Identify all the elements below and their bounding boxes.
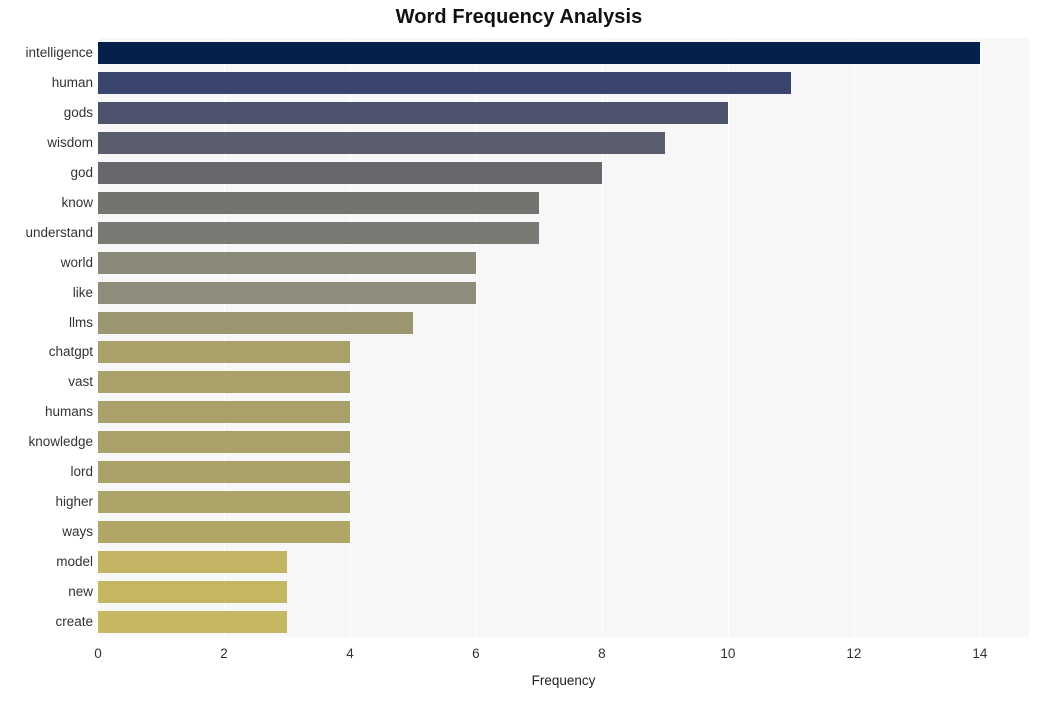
bar[interactable] xyxy=(98,41,980,64)
y-axis-tick-labels: intelligence human gods wisdom god know unders… xyxy=(0,38,93,637)
x-tick-label: 0 xyxy=(94,646,102,661)
bar[interactable] xyxy=(98,491,350,514)
bar-fill xyxy=(98,551,287,574)
bar[interactable] xyxy=(98,221,539,244)
y-tick-label: chatgpt xyxy=(48,344,93,360)
bar[interactable] xyxy=(98,191,539,214)
x-tick-label: 6 xyxy=(472,646,480,661)
bar[interactable] xyxy=(98,251,476,274)
bar[interactable] xyxy=(98,581,287,604)
bar-fill xyxy=(98,401,350,424)
bar[interactable] xyxy=(98,161,602,184)
bar-fill xyxy=(98,131,665,154)
bar-fill xyxy=(98,581,287,604)
y-tick-label: human xyxy=(51,74,93,90)
y-tick-label: intelligence xyxy=(25,44,93,60)
bar-fill xyxy=(98,221,539,244)
y-tick-label: higher xyxy=(55,494,93,510)
y-tick-label: world xyxy=(60,254,93,270)
bar-fill xyxy=(98,251,476,274)
y-tick-label: know xyxy=(61,194,93,210)
bar[interactable] xyxy=(98,371,350,394)
bar-fill xyxy=(98,491,350,514)
bar-fill xyxy=(98,71,791,94)
x-tick-label: 4 xyxy=(346,646,354,661)
chart-title: Word Frequency Analysis xyxy=(395,6,643,28)
bar-fill xyxy=(98,431,350,454)
y-tick-label: knowledge xyxy=(28,434,93,450)
bar[interactable] xyxy=(98,281,476,304)
y-tick-label: wisdom xyxy=(47,134,93,150)
x-tick-label: 14 xyxy=(972,646,988,661)
y-tick-label: lord xyxy=(70,464,93,480)
bar[interactable] xyxy=(98,341,350,364)
y-tick-label: vast xyxy=(68,374,93,390)
bar-series xyxy=(98,38,1029,637)
x-tick-label: 8 xyxy=(598,646,606,661)
x-axis-tick-labels: 0 2 4 6 8 10 12 14 xyxy=(94,645,1029,665)
x-axis-title: Frequency xyxy=(531,673,596,688)
bar[interactable] xyxy=(98,101,728,124)
bar-fill xyxy=(98,611,287,634)
bar[interactable] xyxy=(98,431,350,454)
bar[interactable] xyxy=(98,611,287,634)
y-tick-label: create xyxy=(55,614,93,630)
y-tick-label: understand xyxy=(25,224,93,240)
y-tick-label: new xyxy=(68,584,93,600)
bar-fill xyxy=(98,461,350,484)
bar-fill xyxy=(98,161,602,184)
bar-fill xyxy=(98,371,350,394)
plot-area xyxy=(98,38,1029,637)
y-tick-label: like xyxy=(72,284,93,300)
bar[interactable] xyxy=(98,551,287,574)
bar-fill xyxy=(98,341,350,364)
y-tick-label: gods xyxy=(63,104,93,120)
y-tick-label: llms xyxy=(69,314,93,330)
y-tick-label: ways xyxy=(62,524,93,540)
bar-fill xyxy=(98,521,350,544)
x-tick-label: 2 xyxy=(220,646,228,661)
bar[interactable] xyxy=(98,461,350,484)
bar[interactable] xyxy=(98,71,791,94)
bar[interactable] xyxy=(98,131,665,154)
bar[interactable] xyxy=(98,311,413,334)
x-tick-label: 12 xyxy=(846,646,862,661)
bar[interactable] xyxy=(98,401,350,424)
bar-fill xyxy=(98,101,728,124)
bar-fill xyxy=(98,41,980,64)
bar-fill xyxy=(98,191,539,214)
bar-fill xyxy=(98,281,476,304)
y-tick-label: humans xyxy=(44,404,93,420)
bar-fill xyxy=(98,311,413,334)
bar[interactable] xyxy=(98,521,350,544)
x-tick-label: 10 xyxy=(720,646,736,661)
y-tick-label: god xyxy=(70,164,93,180)
chart-figure: Word Frequency Analysis intelligence huma… xyxy=(0,0,1038,701)
y-tick-label: model xyxy=(56,554,93,570)
